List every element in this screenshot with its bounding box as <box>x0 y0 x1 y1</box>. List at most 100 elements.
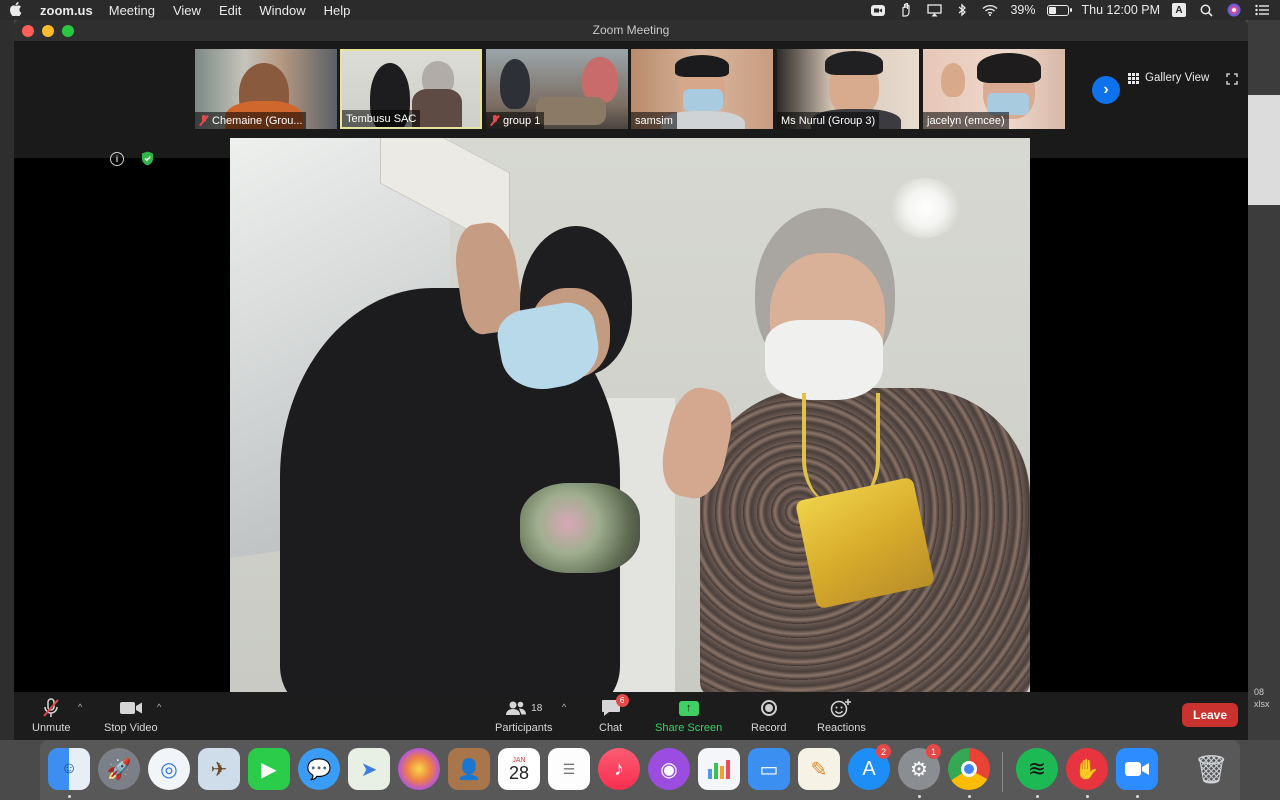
spotlight-search-icon[interactable] <box>1198 3 1214 17</box>
bluetooth-icon[interactable] <box>954 3 970 17</box>
leave-meeting-button[interactable]: Leave <box>1182 703 1238 727</box>
launchpad-rocket-icon[interactable]: 🚀 <box>98 748 140 790</box>
participant-tile-active[interactable]: Tembusu SAC <box>340 49 482 129</box>
share-screen-arrow-icon: ↑ <box>678 700 699 716</box>
menu-window[interactable]: Window <box>259 3 305 18</box>
reactions-button[interactable]: Reactions <box>817 697 866 734</box>
contacts-book-icon[interactable]: 👤 <box>448 748 490 790</box>
facetime-video-icon[interactable]: ▶ <box>248 748 290 790</box>
security-shield-icon[interactable] <box>141 151 154 166</box>
active-speaker-video <box>230 138 1030 692</box>
next-page-button[interactable]: › <box>1092 76 1120 104</box>
participants-button[interactable]: 18 Participants <box>495 697 552 734</box>
battery-level-fill <box>1049 6 1057 14</box>
menu-help[interactable]: Help <box>324 3 351 18</box>
siri-icon[interactable] <box>1226 3 1242 17</box>
apple-menu-icon[interactable] <box>9 1 28 19</box>
background-window-left <box>0 20 14 740</box>
running-indicator <box>68 795 71 798</box>
reactions-label: Reactions <box>817 722 866 734</box>
keynote-podium-icon[interactable]: ▭ <box>748 748 790 790</box>
participant-name: Tembusu SAC <box>346 112 417 125</box>
zoom-meeting-window: Zoom Meeting Chemaine (Grou... Tembusu S… <box>14 20 1248 740</box>
unmute-button[interactable]: Unmute <box>32 697 71 734</box>
mail-stamp-icon[interactable]: ✈ <box>198 748 240 790</box>
chat-button[interactable]: 6 Chat <box>599 694 629 734</box>
zoom-status-icon[interactable] <box>870 3 886 17</box>
muted-mic-icon <box>490 115 500 126</box>
grid-icon <box>1128 72 1139 84</box>
participant-name: Chemaine (Grou... <box>212 114 303 127</box>
participants-options-chevron-icon[interactable]: ^ <box>562 702 566 712</box>
participant-tile[interactable]: group 1 <box>486 49 628 129</box>
running-indicator <box>1136 795 1139 798</box>
participant-tile[interactable]: Ms Nurul (Group 3) <box>777 49 919 129</box>
maps-icon[interactable]: ➤ <box>348 748 390 790</box>
record-button[interactable]: Record <box>751 697 786 734</box>
spotify-icon[interactable]: ≋ <box>1016 748 1058 790</box>
participant-tile[interactable]: Chemaine (Grou... <box>195 49 337 129</box>
audio-options-chevron-icon[interactable]: ^ <box>78 702 82 712</box>
meeting-info-icon[interactable]: i <box>110 152 124 166</box>
menu-meeting[interactable]: Meeting <box>109 3 155 18</box>
finder-icon[interactable]: ☺ <box>48 748 90 790</box>
wifi-icon[interactable] <box>982 3 998 17</box>
raise-hand-status-icon[interactable] <box>898 3 914 17</box>
muted-microphone-icon <box>43 698 60 717</box>
record-label: Record <box>751 722 787 734</box>
participants-icon <box>506 701 527 715</box>
video-camera-icon <box>119 702 142 714</box>
chat-label: Chat <box>599 722 623 734</box>
participant-tile[interactable]: jacelyn (emcee) <box>923 49 1065 129</box>
stop-video-label: Stop Video <box>104 722 158 734</box>
participants-count: 18 <box>531 702 543 714</box>
menu-edit[interactable]: Edit <box>219 3 241 18</box>
fullscreen-icon[interactable] <box>1226 73 1238 85</box>
photos-flower-icon[interactable] <box>398 748 440 790</box>
video-options-chevron-icon[interactable]: ^ <box>157 702 161 712</box>
participant-name-bar: samsim <box>631 112 677 129</box>
pages-pen-icon[interactable]: ✎ <box>798 748 840 790</box>
share-screen-button[interactable]: ↑ Share Screen <box>655 697 722 734</box>
plant-gift <box>520 483 640 573</box>
raise-hand-app-icon[interactable]: ✋ <box>1066 748 1108 790</box>
participant-name: jacelyn (emcee) <box>927 114 1005 127</box>
chrome-browser-icon[interactable] <box>948 748 990 790</box>
participant-name-bar: Chemaine (Grou... <box>195 112 307 129</box>
stop-video-button[interactable]: Stop Video <box>104 697 158 734</box>
podcasts-icon[interactable]: ◉ <box>648 748 690 790</box>
chevron-right-icon: › <box>1103 81 1109 98</box>
battery-icon[interactable] <box>1047 4 1073 16</box>
music-note-icon[interactable]: ♪ <box>598 748 640 790</box>
participant-figure <box>500 59 530 109</box>
menubar-clock[interactable]: Thu 12:00 PM <box>1081 3 1160 17</box>
participant-tile[interactable]: samsim <box>631 49 773 129</box>
menu-view[interactable]: View <box>173 3 201 18</box>
reminders-list-icon[interactable]: ☰ <box>548 748 590 790</box>
zoom-app-icon[interactable] <box>1116 748 1158 790</box>
participant-hair <box>825 51 883 75</box>
notification-center-icon[interactable] <box>1254 3 1270 17</box>
calendar-icon[interactable]: JAN 28 <box>498 748 540 790</box>
participants-label: Participants <box>495 722 553 734</box>
numbers-chart-icon[interactable] <box>698 748 740 790</box>
unmute-label: Unmute <box>32 722 71 734</box>
background-window-right: 08 xlsx <box>1248 20 1280 740</box>
window-title-bar[interactable]: Zoom Meeting <box>14 20 1248 42</box>
dock-separator <box>1002 752 1003 792</box>
running-indicator <box>1086 795 1089 798</box>
face-mask <box>683 89 723 111</box>
app-menu-zoom[interactable]: zoom.us <box>40 3 93 18</box>
safari-compass-icon[interactable]: ◎ <box>148 748 190 790</box>
gallery-view-button[interactable]: Gallery View <box>1128 72 1209 84</box>
trash-bin-icon[interactable]: 🗑 <box>1190 748 1232 790</box>
input-source-icon[interactable]: A <box>1172 3 1186 17</box>
running-indicator <box>918 795 921 798</box>
messages-bubble-icon[interactable]: 💬 <box>298 748 340 790</box>
background-text-line-1: 08 <box>1254 687 1265 697</box>
participant-name: Ms Nurul (Group 3) <box>781 114 876 127</box>
participant-hand <box>941 63 965 97</box>
airplay-icon[interactable] <box>926 3 942 17</box>
participant-hair <box>977 53 1041 83</box>
macos-menu-bar: zoom.us Meeting View Edit Window Help 39… <box>0 0 1280 20</box>
